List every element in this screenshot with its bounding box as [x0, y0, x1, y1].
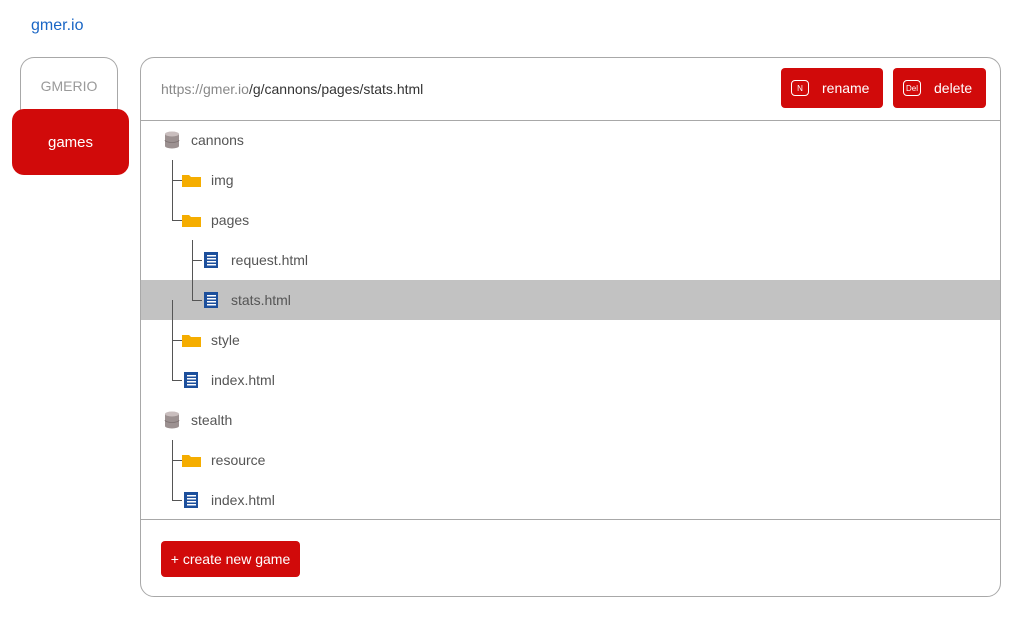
tree-item-label: img: [211, 172, 234, 188]
tree-item-label: stats.html: [231, 292, 291, 308]
tree-connector: [192, 300, 202, 301]
database-icon: [164, 411, 180, 429]
tree-item-request-html[interactable]: request.html: [141, 240, 1000, 280]
rename-button[interactable]: N rename: [781, 68, 883, 108]
tree-item-label: cannons: [191, 132, 244, 148]
tree-item-pages[interactable]: pages: [141, 200, 1000, 240]
file-icon: [204, 252, 218, 268]
tree-connector: [172, 300, 173, 320]
tree-item-stealth[interactable]: stealth: [141, 400, 1000, 440]
tree-item-label: resource: [211, 452, 266, 468]
tree-item-index-html[interactable]: index.html: [141, 480, 1000, 520]
folder-icon: [182, 455, 201, 467]
path-rest: /g/cannons/pages/stats.html: [248, 81, 424, 97]
tree-item-img[interactable]: img: [141, 160, 1000, 200]
panel-header: https://gmer.io/g/cannons/pages/stats.ht…: [141, 58, 1000, 121]
file-browser-panel: https://gmer.io/g/cannons/pages/stats.ht…: [140, 57, 1001, 597]
delete-shortcut-key: Del: [903, 80, 921, 96]
tree-item-label: request.html: [231, 252, 309, 268]
tree-item-label: pages: [211, 212, 250, 228]
folder-icon: [182, 175, 201, 187]
rename-label: rename: [822, 80, 870, 96]
file-icon: [204, 292, 218, 308]
tree-item-resource[interactable]: resource: [141, 440, 1000, 480]
tree-item-label: style: [211, 332, 240, 348]
create-new-game-button[interactable]: + create new game: [161, 541, 300, 577]
file-icon: [184, 492, 198, 508]
tree-connector: [192, 280, 193, 300]
logo-link[interactable]: gmer.io: [31, 17, 83, 35]
tree-item-stats-html[interactable]: stats.html: [141, 280, 1000, 320]
current-path: https://gmer.io/g/cannons/pages/stats.ht…: [161, 81, 423, 97]
tree-item-label: index.html: [211, 492, 275, 508]
file-tree: cannons img pages request.html stats.htm…: [141, 120, 1000, 520]
folder-icon: [182, 335, 201, 347]
database-icon: [164, 131, 180, 149]
tree-item-style[interactable]: style: [141, 320, 1000, 360]
panel-footer: + create new game: [141, 519, 1000, 596]
delete-button[interactable]: Del delete: [893, 68, 986, 108]
tree-item-label: stealth: [191, 412, 233, 428]
delete-label: delete: [934, 80, 973, 96]
path-prefix: https://gmer.io: [161, 81, 249, 97]
tab-games[interactable]: games: [12, 109, 129, 175]
file-icon: [184, 372, 198, 388]
tree-item-index-html[interactable]: index.html: [141, 360, 1000, 400]
folder-icon: [182, 215, 201, 227]
tree-item-label: index.html: [211, 372, 275, 388]
rename-shortcut-key: N: [791, 80, 809, 96]
tree-item-cannons[interactable]: cannons: [141, 120, 1000, 160]
